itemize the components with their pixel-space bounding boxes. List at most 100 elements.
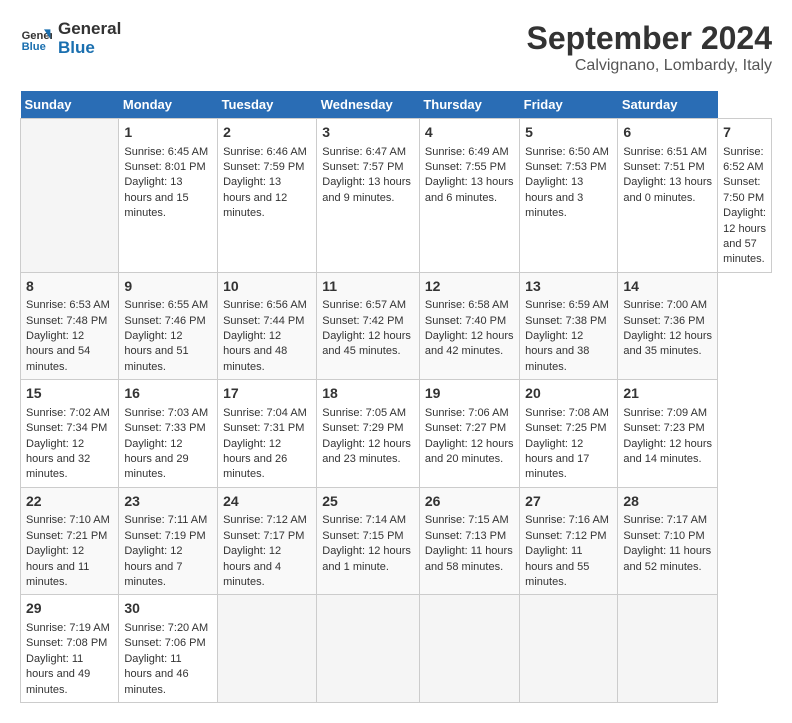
sunset-text: Sunset: 7:36 PM xyxy=(623,314,712,329)
sunset-text: Sunset: 7:40 PM xyxy=(425,314,514,329)
day-header-sunday: Sunday xyxy=(21,91,119,119)
day-header-saturday: Saturday xyxy=(618,91,718,119)
calendar-cell: 22Sunrise: 7:10 AMSunset: 7:21 PMDayligh… xyxy=(21,487,119,595)
day-number: 23 xyxy=(124,492,212,512)
sunset-text: Sunset: 7:31 PM xyxy=(223,421,311,436)
daylight-text: Daylight: 13 hours and 15 minutes. xyxy=(124,175,212,221)
daylight-text: Daylight: 13 hours and 0 minutes. xyxy=(623,175,712,206)
sunrise-text: Sunrise: 6:58 AM xyxy=(425,298,514,313)
day-number: 26 xyxy=(425,492,514,512)
day-header-friday: Friday xyxy=(520,91,618,119)
day-number: 13 xyxy=(525,277,612,297)
daylight-text: Daylight: 12 hours and 14 minutes. xyxy=(623,437,712,468)
sunset-text: Sunset: 7:44 PM xyxy=(223,314,311,329)
day-number: 19 xyxy=(425,384,514,404)
calendar-cell: 30Sunrise: 7:20 AMSunset: 7:06 PMDayligh… xyxy=(119,595,218,703)
daylight-text: Daylight: 12 hours and 17 minutes. xyxy=(525,437,612,483)
logo-blue: Blue xyxy=(58,39,121,58)
daylight-text: Daylight: 12 hours and 38 minutes. xyxy=(525,329,612,375)
daylight-text: Daylight: 11 hours and 55 minutes. xyxy=(525,544,612,590)
sunrise-text: Sunrise: 7:10 AM xyxy=(26,513,113,528)
calendar-cell: 3Sunrise: 6:47 AMSunset: 7:57 PMDaylight… xyxy=(317,119,420,273)
sunrise-text: Sunrise: 6:45 AM xyxy=(124,145,212,160)
sunrise-text: Sunrise: 7:09 AM xyxy=(623,406,712,421)
daylight-text: Daylight: 12 hours and 32 minutes. xyxy=(26,437,113,483)
sunrise-text: Sunrise: 7:03 AM xyxy=(124,406,212,421)
calendar-cell: 9Sunrise: 6:55 AMSunset: 7:46 PMDaylight… xyxy=(119,272,218,380)
day-header-thursday: Thursday xyxy=(419,91,519,119)
daylight-text: Daylight: 12 hours and 42 minutes. xyxy=(425,329,514,360)
week-row-4: 22Sunrise: 7:10 AMSunset: 7:21 PMDayligh… xyxy=(21,487,772,595)
day-number: 16 xyxy=(124,384,212,404)
calendar-cell: 10Sunrise: 6:56 AMSunset: 7:44 PMDayligh… xyxy=(218,272,317,380)
sunset-text: Sunset: 7:46 PM xyxy=(124,314,212,329)
day-number: 29 xyxy=(26,599,113,619)
calendar-cell: 4Sunrise: 6:49 AMSunset: 7:55 PMDaylight… xyxy=(419,119,519,273)
sunrise-text: Sunrise: 7:16 AM xyxy=(525,513,612,528)
daylight-text: Daylight: 12 hours and 45 minutes. xyxy=(322,329,414,360)
calendar-cell: 1Sunrise: 6:45 AMSunset: 8:01 PMDaylight… xyxy=(119,119,218,273)
sunrise-text: Sunrise: 6:47 AM xyxy=(322,145,414,160)
calendar-cell: 17Sunrise: 7:04 AMSunset: 7:31 PMDayligh… xyxy=(218,380,317,488)
calendar-cell xyxy=(21,119,119,273)
calendar-cell: 13Sunrise: 6:59 AMSunset: 7:38 PMDayligh… xyxy=(520,272,618,380)
daylight-text: Daylight: 11 hours and 52 minutes. xyxy=(623,544,712,575)
sunset-text: Sunset: 7:57 PM xyxy=(322,160,414,175)
day-number: 9 xyxy=(124,277,212,297)
sunrise-text: Sunrise: 6:56 AM xyxy=(223,298,311,313)
daylight-text: Daylight: 12 hours and 1 minute. xyxy=(322,544,414,575)
calendar-cell: 6Sunrise: 6:51 AMSunset: 7:51 PMDaylight… xyxy=(618,119,718,273)
day-number: 7 xyxy=(723,123,766,143)
calendar-cell xyxy=(618,595,718,703)
day-number: 28 xyxy=(623,492,712,512)
sunrise-text: Sunrise: 7:06 AM xyxy=(425,406,514,421)
sunset-text: Sunset: 7:23 PM xyxy=(623,421,712,436)
sunrise-text: Sunrise: 7:04 AM xyxy=(223,406,311,421)
week-row-2: 8Sunrise: 6:53 AMSunset: 7:48 PMDaylight… xyxy=(21,272,772,380)
title-block: September 2024 Calvignano, Lombardy, Ita… xyxy=(527,20,772,75)
day-number: 15 xyxy=(26,384,113,404)
day-number: 22 xyxy=(26,492,113,512)
calendar-cell: 20Sunrise: 7:08 AMSunset: 7:25 PMDayligh… xyxy=(520,380,618,488)
calendar-cell xyxy=(419,595,519,703)
sunrise-text: Sunrise: 6:49 AM xyxy=(425,145,514,160)
daylight-text: Daylight: 12 hours and 48 minutes. xyxy=(223,329,311,375)
daylight-text: Daylight: 12 hours and 29 minutes. xyxy=(124,437,212,483)
calendar-cell: 11Sunrise: 6:57 AMSunset: 7:42 PMDayligh… xyxy=(317,272,420,380)
calendar-cell: 27Sunrise: 7:16 AMSunset: 7:12 PMDayligh… xyxy=(520,487,618,595)
sunset-text: Sunset: 7:51 PM xyxy=(623,160,712,175)
calendar-cell: 2Sunrise: 6:46 AMSunset: 7:59 PMDaylight… xyxy=(218,119,317,273)
day-number: 21 xyxy=(623,384,712,404)
day-number: 14 xyxy=(623,277,712,297)
sunset-text: Sunset: 7:48 PM xyxy=(26,314,113,329)
daylight-text: Daylight: 12 hours and 20 minutes. xyxy=(425,437,514,468)
calendar-cell: 28Sunrise: 7:17 AMSunset: 7:10 PMDayligh… xyxy=(618,487,718,595)
calendar-cell: 5Sunrise: 6:50 AMSunset: 7:53 PMDaylight… xyxy=(520,119,618,273)
calendar-cell xyxy=(317,595,420,703)
calendar-cell: 16 Sunrise: 7:03 AMSunset: 7:33 PMDayligh… xyxy=(119,380,218,488)
daylight-text: Daylight: 12 hours and 4 minutes. xyxy=(223,544,311,590)
day-header-monday: Monday xyxy=(119,91,218,119)
days-header-row: SundayMondayTuesdayWednesdayThursdayFrid… xyxy=(21,91,772,119)
daylight-text: Daylight: 12 hours and 35 minutes. xyxy=(623,329,712,360)
daylight-text: Daylight: 12 hours and 57 minutes. xyxy=(723,206,766,268)
sunrise-text: Sunrise: 7:00 AM xyxy=(623,298,712,313)
calendar-cell: 15Sunrise: 7:02 AMSunset: 7:34 PMDayligh… xyxy=(21,380,119,488)
daylight-text: Daylight: 12 hours and 54 minutes. xyxy=(26,329,113,375)
daylight-text: Daylight: 11 hours and 46 minutes. xyxy=(124,652,212,698)
day-number: 4 xyxy=(425,123,514,143)
week-row-5: 29Sunrise: 7:19 AMSunset: 7:08 PMDayligh… xyxy=(21,595,772,703)
day-number: 3 xyxy=(322,123,414,143)
sunrise-text: Sunrise: 7:11 AM xyxy=(124,513,212,528)
calendar-cell xyxy=(520,595,618,703)
sunset-text: Sunset: 7:10 PM xyxy=(623,529,712,544)
sunset-text: Sunset: 7:12 PM xyxy=(525,529,612,544)
day-number: 30 xyxy=(124,599,212,619)
calendar-cell: 8Sunrise: 6:53 AMSunset: 7:48 PMDaylight… xyxy=(21,272,119,380)
day-number: 8 xyxy=(26,277,113,297)
sunrise-text: Sunrise: 6:50 AM xyxy=(525,145,612,160)
day-number: 18 xyxy=(322,384,414,404)
daylight-text: Daylight: 11 hours and 49 minutes. xyxy=(26,652,113,698)
sunset-text: Sunset: 7:34 PM xyxy=(26,421,113,436)
sunset-text: Sunset: 7:33 PM xyxy=(124,421,212,436)
